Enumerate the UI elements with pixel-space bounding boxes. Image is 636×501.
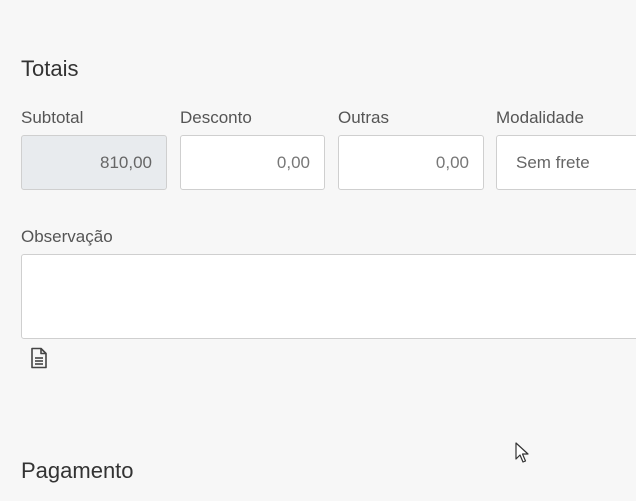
payment-section-title: Pagamento	[21, 458, 134, 483]
shipping-mode-label: Modalidade	[496, 108, 584, 127]
other-charges-label: Outras	[338, 108, 390, 127]
shipping-mode-value: Sem frete	[516, 152, 590, 172]
other-charges-input[interactable]: 0,00	[338, 135, 484, 190]
discount-label: Desconto	[180, 108, 252, 127]
subtotal-label: Subtotal	[21, 108, 84, 127]
other-charges-value: 0,00	[435, 152, 469, 172]
discount-value: 0,00	[276, 152, 310, 172]
shipping-mode-select[interactable]: Sem frete	[496, 135, 636, 190]
subtotal-value: 810,00	[100, 152, 152, 172]
mouse-cursor-icon	[515, 442, 529, 464]
notes-label: Observação	[21, 227, 113, 246]
notes-textarea[interactable]	[21, 254, 636, 339]
document-icon[interactable]	[30, 347, 48, 369]
discount-input[interactable]: 0,00	[180, 135, 325, 190]
totals-section-title: Totais	[21, 56, 79, 81]
subtotal-field: 810,00	[21, 135, 167, 190]
